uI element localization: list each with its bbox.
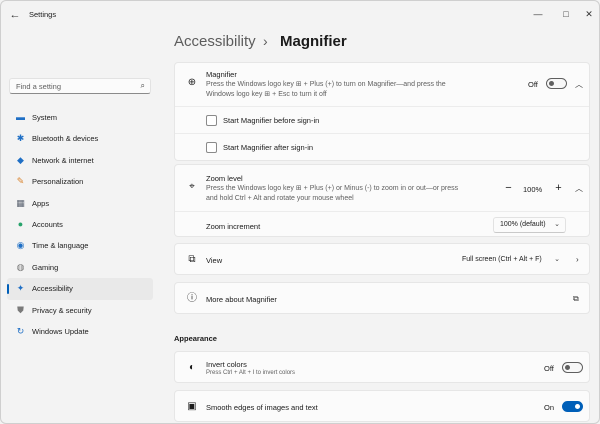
image-icon: ▣ bbox=[187, 401, 197, 412]
sidebar-item-label: Gaming bbox=[32, 262, 59, 272]
magnifier-desc-line1: Press the Windows logo key ⊞ + Plus (+) … bbox=[206, 81, 446, 88]
view-icon: ⧉ bbox=[188, 254, 196, 265]
sidebar-item-label: Personalization bbox=[32, 177, 84, 187]
maximize-button[interactable]: □ bbox=[557, 5, 575, 23]
sidebar-item-privacy[interactable]: ⛊ Privacy & security bbox=[7, 300, 153, 321]
sidebar-item-bluetooth[interactable]: ✱ Bluetooth & devices bbox=[7, 128, 153, 149]
magnifier-card: ⊕ Magnifier Press the Windows logo key ⊞… bbox=[174, 62, 590, 161]
zoom-crosshair-icon: ⌖ bbox=[189, 181, 195, 192]
sidebar-item-label: Accounts bbox=[32, 219, 63, 229]
update-icon: ↻ bbox=[16, 325, 25, 336]
chevron-down-icon: ⌄ bbox=[554, 221, 560, 228]
page-title: Magnifier bbox=[280, 33, 347, 50]
sidebar-nav: ▬ System ✱ Bluetooth & devices ◆ Network… bbox=[7, 107, 153, 342]
accessibility-icon: ✦ bbox=[16, 283, 25, 294]
sidebar-item-network[interactable]: ◆ Network & internet bbox=[7, 150, 153, 171]
sidebar-item-label: System bbox=[32, 113, 58, 122]
magnifier-icon: ⊕ bbox=[187, 77, 197, 88]
settings-window: ← Settings — □ ✕ Find a setting ⌕ ▬ Syst… bbox=[0, 0, 600, 424]
palette-icon: ◐ bbox=[188, 362, 196, 373]
chevron-right-icon[interactable]: › bbox=[576, 255, 579, 264]
smooth-edges-state: On bbox=[544, 403, 555, 412]
view-card[interactable]: ⧉ View Full screen (Ctrl + Alt + F) ⌄ › bbox=[174, 243, 590, 275]
sidebar-item-gaming[interactable]: ◍ Gaming bbox=[7, 257, 153, 278]
chevron-down-icon: ⌄ bbox=[554, 256, 560, 263]
zoom-desc-line1: Press the Windows logo key ⊞ + Plus (+) … bbox=[206, 185, 459, 192]
sidebar-item-accessibility[interactable]: ✦ Accessibility bbox=[7, 278, 153, 300]
shield-icon: ⛊ bbox=[17, 304, 24, 315]
sidebar-item-windows-update[interactable]: ↻ Windows Update bbox=[7, 321, 153, 342]
view-value: Full screen (Ctrl + Alt + F) bbox=[462, 256, 542, 263]
app-title: Settings bbox=[29, 10, 57, 19]
chevron-up-icon[interactable]: ︿ bbox=[575, 183, 583, 194]
wifi-icon: ◆ bbox=[17, 154, 24, 165]
zoom-increment-label: Zoom increment bbox=[206, 222, 261, 231]
minimize-button[interactable]: — bbox=[529, 5, 547, 23]
magnifier-title: Magnifier bbox=[206, 70, 237, 79]
system-icon: ▬ bbox=[16, 112, 25, 122]
view-dropdown[interactable]: Full screen (Ctrl + Alt + F) ⌄ bbox=[455, 252, 566, 268]
view-title: View bbox=[206, 256, 223, 265]
start-after-signin-checkbox[interactable] bbox=[206, 142, 217, 153]
sidebar-item-apps[interactable]: ▦ Apps bbox=[7, 193, 153, 214]
search-input[interactable]: Find a setting ⌕ bbox=[9, 78, 151, 94]
zoom-value: 100% bbox=[523, 185, 543, 194]
help-icon: ⓘ bbox=[187, 293, 197, 304]
bluetooth-icon: ✱ bbox=[16, 133, 25, 144]
sidebar-item-label: Network & internet bbox=[32, 155, 94, 165]
invert-colors-card: ◐ Invert colors Press Ctrl + Alt + I to … bbox=[174, 351, 590, 383]
globe-icon: ◉ bbox=[16, 240, 25, 251]
zoom-increment-value: 100% (default) bbox=[500, 221, 546, 228]
sidebar-item-label: Apps bbox=[32, 198, 50, 208]
magnifier-state: Off bbox=[528, 80, 538, 89]
smooth-edges-card: ▣ Smooth edges of images and text On bbox=[174, 390, 590, 422]
sidebar-item-time-language[interactable]: ◉ Time & language bbox=[7, 235, 153, 256]
zoom-in-button[interactable]: + bbox=[551, 181, 566, 196]
back-arrow-icon[interactable]: ← bbox=[7, 7, 23, 23]
start-after-signin-label: Start Magnifier after sign-in bbox=[223, 143, 314, 152]
sidebar-item-personalization[interactable]: ✎ Personalization bbox=[7, 171, 153, 192]
smooth-edges-title: Smooth edges of images and text bbox=[206, 403, 318, 412]
sidebar-item-system[interactable]: ▬ System bbox=[7, 107, 153, 128]
sidebar-item-label: Privacy & security bbox=[32, 305, 92, 315]
zoom-out-button[interactable]: − bbox=[501, 181, 516, 196]
breadcrumb-separator: › bbox=[263, 33, 268, 49]
magnifier-toggle[interactable] bbox=[546, 78, 567, 89]
sidebar-item-label: Bluetooth & devices bbox=[32, 134, 99, 144]
more-about-title: More about Magnifier bbox=[206, 295, 277, 304]
sidebar-item-label: Accessibility bbox=[32, 284, 73, 294]
zoom-increment-dropdown[interactable]: 100% (default) ⌄ bbox=[493, 217, 566, 233]
invert-colors-title: Invert colors bbox=[206, 360, 247, 369]
apps-icon: ▦ bbox=[16, 197, 25, 208]
breadcrumb-parent[interactable]: Accessibility bbox=[174, 33, 256, 50]
sidebar-item-label: Time & language bbox=[32, 241, 89, 251]
zoom-title: Zoom level bbox=[206, 174, 243, 183]
gaming-icon: ◍ bbox=[16, 261, 25, 272]
close-button[interactable]: ✕ bbox=[580, 5, 598, 23]
start-before-signin-checkbox[interactable] bbox=[206, 115, 217, 126]
search-icon[interactable]: ⌕ bbox=[141, 81, 145, 91]
invert-colors-state: Off bbox=[544, 364, 554, 373]
chevron-up-icon[interactable]: ︿ bbox=[575, 79, 583, 90]
sidebar-item-label: Windows Update bbox=[32, 326, 89, 336]
more-about-card[interactable]: ⓘ More about Magnifier ⧉ bbox=[174, 282, 590, 314]
start-before-signin-label: Start Magnifier before sign-in bbox=[223, 116, 320, 125]
title-bar: ← Settings — □ ✕ bbox=[1, 1, 599, 29]
invert-colors-toggle[interactable] bbox=[562, 362, 583, 373]
invert-colors-desc: Press Ctrl + Alt + I to invert colors bbox=[206, 370, 296, 376]
search-placeholder: Find a setting bbox=[16, 82, 62, 91]
external-link-icon[interactable]: ⧉ bbox=[573, 294, 579, 304]
accounts-icon: ● bbox=[17, 218, 24, 229]
zoom-card: ⌖ Zoom level Press the Windows logo key … bbox=[174, 164, 590, 237]
sidebar-item-accounts[interactable]: ● Accounts bbox=[7, 214, 153, 235]
magnifier-desc-line2: Windows logo key ⊞ + Esc to turn it off bbox=[206, 91, 327, 98]
appearance-section-title: Appearance bbox=[174, 334, 217, 343]
brush-icon: ✎ bbox=[16, 176, 25, 187]
smooth-edges-toggle[interactable] bbox=[562, 401, 583, 412]
zoom-desc-line2: and hold Ctrl + Alt and rotate your mous… bbox=[206, 195, 354, 202]
